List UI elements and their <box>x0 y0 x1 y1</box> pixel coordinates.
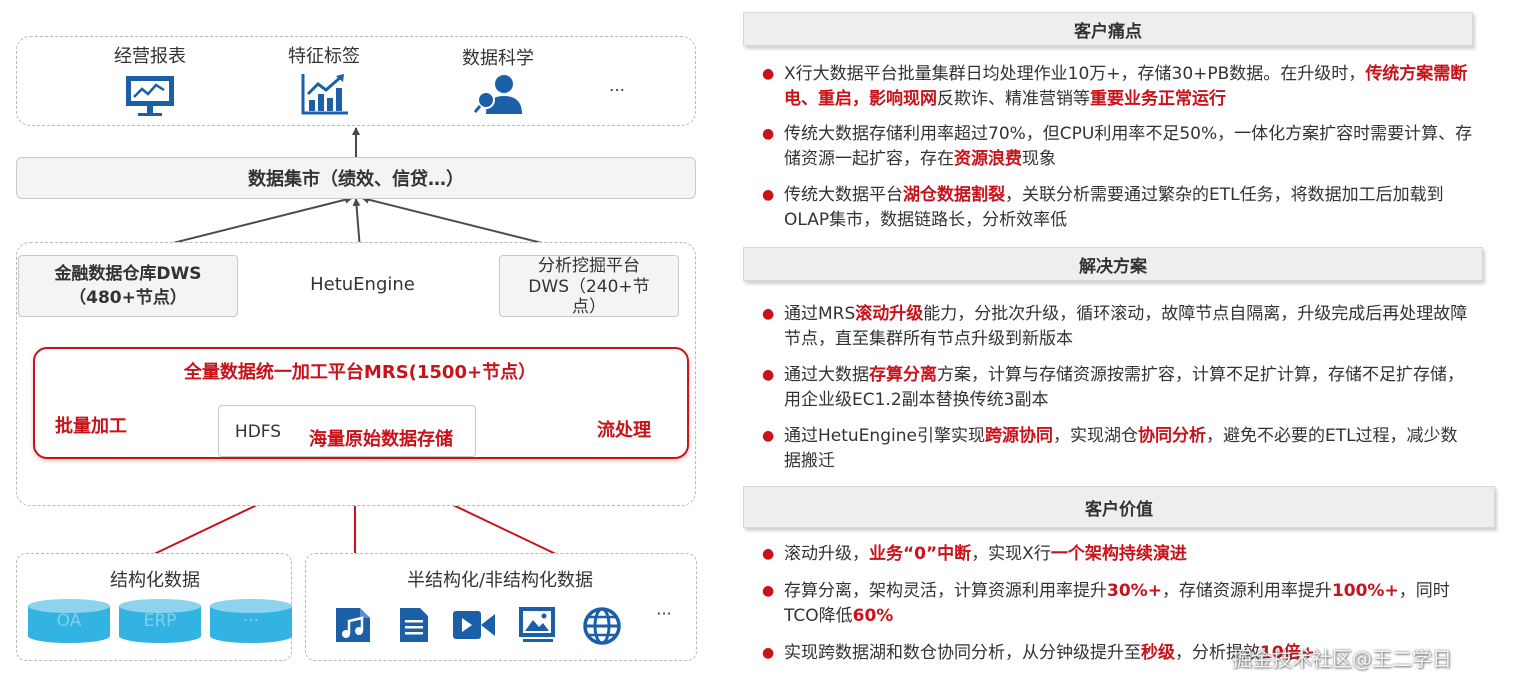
value-2: ● 存算分离，架构灵活，计算资源利用率提升30%+，存储资源利用率提升100%+… <box>762 579 1462 629</box>
analytics-dws-line3: 点） <box>572 297 606 317</box>
watermark: 掘金技术社区@王二学日 <box>1232 647 1452 671</box>
plain-text: 实现跨数据湖和数仓协同分析，从分钟级提升至 <box>784 643 1141 663</box>
bullet-dot: ● <box>762 367 775 383</box>
hdfs-label: HDFS <box>234 422 282 442</box>
plain-text: 传统大数据平台 <box>784 185 903 205</box>
highlight-text: 100%+ <box>1331 581 1399 601</box>
app-label-datascience: 数据科学 <box>462 48 534 69</box>
database-more-label: ··· <box>242 611 260 631</box>
database-erp-icon: ERP <box>119 599 201 643</box>
highlight-text: 业务“0”中断 <box>869 544 972 564</box>
globe-icon <box>583 607 621 645</box>
plain-text: 通过HetuEngine引擎实现 <box>784 426 985 446</box>
bullet-dot: ● <box>762 306 775 322</box>
pain-point-1: ● X行大数据平台批量集群日均处理作业10万+，存储30+PB数据。在升级时，传… <box>762 62 1467 112</box>
raw-storage-label: 海量原始数据存储 <box>309 429 453 450</box>
document-icon <box>400 608 428 642</box>
highlight-text: 资源浪费 <box>954 149 1022 169</box>
highlight-text: 存算分离 <box>869 365 937 385</box>
database-erp-label: ERP <box>143 611 177 631</box>
plain-text: ，存储资源利用率提升 <box>1161 581 1332 601</box>
plain-text: 反欺诈、精准营销等 <box>937 89 1090 109</box>
batch-processing-label: 批量加工 <box>55 416 127 437</box>
image-icon <box>519 607 555 642</box>
data-mart-label: 数据集市（绩效、信贷…） <box>248 169 464 190</box>
solution-2: ● 通过大数据存算分离方案，计算与存储资源按需扩容，计算不足扩计算，存储不足扩存… <box>762 363 1464 413</box>
plain-text: 现象 <box>1022 149 1056 169</box>
finance-dws-line1: 金融数据仓库DWS <box>54 264 202 284</box>
pain-point-3: ● 传统大数据平台湖仓数据割裂，关联分析需要通过繁杂的ETL任务，将数据加工后加… <box>762 183 1462 233</box>
unstructured-more: ··· <box>656 604 672 623</box>
stream-processing-label: 流处理 <box>597 420 651 441</box>
finance-dws-line2: （480+节点） <box>69 288 187 308</box>
data-mart-box: 数据集市（绩效、信贷…） <box>16 157 696 199</box>
plain-text: 传统大数据存储利用率超过70%，但CPU利用率不足50%，一体化方案扩容时需要计… <box>784 124 1473 169</box>
bullet-dot: ● <box>762 546 775 562</box>
music-file-icon <box>336 608 370 642</box>
finance-dws-box: 金融数据仓库DWS （480+节点） <box>18 255 238 317</box>
section-header-solution: 解决方案 <box>743 247 1483 281</box>
analytics-dws-box: 分析挖掘平台 DWS（240+节 点） <box>499 255 679 317</box>
analytics-dws-line2: DWS（240+节 <box>528 277 650 297</box>
solution-1: ● 通过MRS滚动升级能力，分批次升级，循环滚动，故障节点自隔离，升级完成后再处… <box>762 302 1467 352</box>
app-label-more: … <box>609 76 625 95</box>
plain-text: X行大数据平台批量集群日均处理作业10万+，存储30+PB数据。在升级时， <box>784 64 1366 84</box>
plain-text: 通过大数据 <box>784 365 869 385</box>
highlight-text: 跨源协同 <box>984 426 1053 446</box>
hetuengine-label: HetuEngine <box>310 274 415 295</box>
bullet-text: 传统大数据平台湖仓数据割裂，关联分析需要通过繁杂的ETL任务，将数据加工后加载到… <box>784 183 1474 233</box>
plain-text: 滚动升级， <box>784 544 869 564</box>
database-oa-label: OA <box>56 611 82 631</box>
app-label-tags: 特征标签 <box>288 46 360 67</box>
section-header-pain-points: 客户痛点 <box>743 12 1473 46</box>
highlight-text: 一个架构持续演进 <box>1050 544 1187 564</box>
bullet-text: 通过大数据存算分离方案，计算与存储资源按需扩容，计算不足扩计算，存储不足扩存储，… <box>784 363 1474 413</box>
highlight-text: 湖仓数据割裂 <box>903 185 1005 205</box>
mrs-platform-title: 全量数据统一加工平台MRS(1500+节点） <box>183 362 537 383</box>
bullet-dot: ● <box>762 187 775 203</box>
highlight-text: 滚动升级 <box>855 304 924 324</box>
highlight-text: 60% <box>852 606 894 626</box>
bullet-dot: ● <box>762 645 775 661</box>
highlight-text: 30%+ <box>1107 581 1162 601</box>
growth-chart-icon <box>301 74 348 115</box>
highlight-text: 秒级 <box>1141 643 1175 663</box>
bullet-dot: ● <box>762 583 775 599</box>
highlight-text: 重要业务正常运行 <box>1090 89 1226 109</box>
plain-text: ，实现湖仓 <box>1052 426 1138 446</box>
plain-text: 存算分离，架构灵活，计算资源利用率提升 <box>784 581 1107 601</box>
bullet-text: 通过HetuEngine引擎实现跨源协同，实现湖仓协同分析，避免不必要的ETL过… <box>784 424 1474 474</box>
unstructured-data-title: 半结构化/非结构化数据 <box>406 570 594 591</box>
bullet-text: 存算分离，架构灵活，计算资源利用率提升30%+，存储资源利用率提升100%+，同… <box>784 579 1474 629</box>
structured-data-title: 结构化数据 <box>110 570 200 591</box>
analytics-dws-line1: 分析挖掘平台 <box>538 256 640 276</box>
app-label-reports: 经营报表 <box>114 46 186 67</box>
plain-text: 通过MRS <box>784 304 856 324</box>
solution-3: ● 通过HetuEngine引擎实现跨源协同，实现湖仓协同分析，避免不必要的ET… <box>762 424 1462 474</box>
bullet-text: X行大数据平台批量集群日均处理作业10万+，存储30+PB数据。在升级时，传统方… <box>784 62 1474 112</box>
section-header-value: 客户价值 <box>743 486 1495 528</box>
video-icon <box>453 611 495 639</box>
bullet-text: 滚动升级，业务“0”中断，实现X行一个架构持续演进 <box>784 542 1474 567</box>
data-scientist-icon <box>474 75 522 114</box>
bullet-text: 通过MRS滚动升级能力，分批次升级，循环滚动，故障节点自隔离，升级完成后再处理故… <box>784 302 1474 352</box>
bullet-dot: ● <box>762 126 775 142</box>
plain-text: ，实现X行 <box>971 544 1051 564</box>
database-oa-icon: OA <box>28 599 110 643</box>
value-1: ● 滚动升级，业务“0”中断，实现X行一个架构持续演进 <box>762 542 1462 567</box>
database-more-icon: ··· <box>210 599 292 643</box>
presentation-board-icon <box>126 76 174 116</box>
bullet-text: 传统大数据存储利用率超过70%，但CPU利用率不足50%，一体化方案扩容时需要计… <box>784 122 1474 172</box>
pain-point-2: ● 传统大数据存储利用率超过70%，但CPU利用率不足50%，一体化方案扩容时需… <box>762 122 1472 172</box>
bullet-dot: ● <box>762 428 775 444</box>
bullet-dot: ● <box>762 66 775 82</box>
highlight-text: 协同分析 <box>1137 426 1206 446</box>
